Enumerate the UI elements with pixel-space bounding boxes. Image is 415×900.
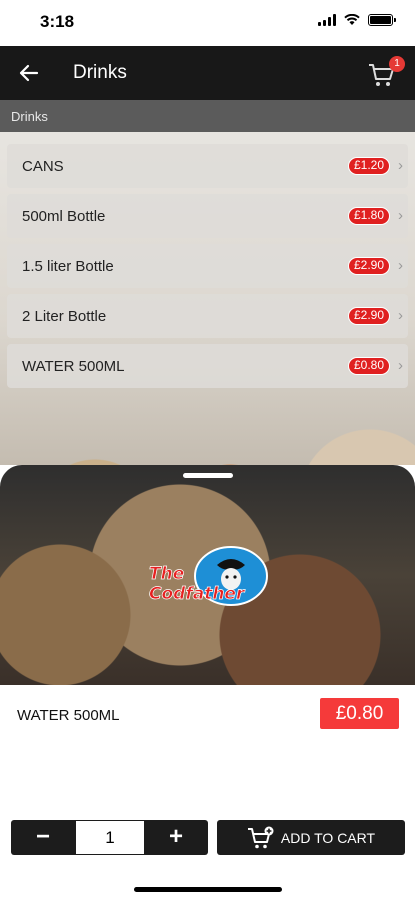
menu-list: CANS £1.20 › 500ml Bottle £1.80 › 1.5 li… <box>0 132 415 388</box>
menu-content: Drinks CANS £1.20 › 500ml Bottle £1.80 ›… <box>0 100 415 465</box>
item-name: 1.5 liter Bottle <box>22 258 114 275</box>
chevron-right-icon: › <box>398 357 403 374</box>
home-indicator <box>134 887 282 892</box>
product-price: £0.80 <box>320 698 399 729</box>
decrease-quantity-button[interactable]: − <box>11 820 75 855</box>
item-name: CANS <box>22 158 64 175</box>
arrow-left-icon <box>19 64 39 82</box>
item-price: £0.80 <box>347 357 390 375</box>
section-header: Drinks <box>0 100 415 132</box>
cart-badge: 1 <box>389 56 405 72</box>
menu-item-cans[interactable]: CANS £1.20 › <box>7 144 408 188</box>
item-price: £2.90 <box>347 307 390 325</box>
menu-item-2-liter-bottle[interactable]: 2 Liter Bottle £2.90 › <box>7 294 408 338</box>
increase-quantity-button[interactable]: + <box>144 820 208 855</box>
app-bar: Drinks 1 <box>0 46 415 100</box>
chevron-right-icon: › <box>398 157 403 174</box>
chevron-right-icon: › <box>398 207 403 224</box>
quantity-value[interactable]: 1 <box>76 821 144 854</box>
product-image: The Codfather <box>0 465 415 685</box>
back-button[interactable] <box>14 58 44 88</box>
codfather-logo: The Codfather <box>149 546 268 606</box>
menu-item-1-5-liter-bottle[interactable]: 1.5 liter Bottle £2.90 › <box>7 244 408 288</box>
status-bar: 3:18 <box>0 0 415 46</box>
item-name: 500ml Bottle <box>22 208 106 225</box>
item-price: £1.80 <box>347 207 390 225</box>
item-price: £1.20 <box>347 157 390 175</box>
wifi-icon <box>344 14 360 25</box>
battery-icon <box>368 14 396 26</box>
svg-text:Codfather: Codfather <box>149 584 246 604</box>
item-name: WATER 500ML <box>22 358 125 375</box>
add-to-cart-button[interactable]: ADD TO CART <box>217 820 405 855</box>
chevron-right-icon: › <box>398 307 403 324</box>
quantity-stepper: − 1 + <box>11 820 208 855</box>
cart-plus-icon <box>247 826 274 848</box>
cart-button[interactable]: 1 <box>367 56 405 90</box>
menu-item-water-500ml[interactable]: WATER 500ML £0.80 › <box>7 344 408 388</box>
sheet-drag-handle[interactable] <box>183 473 233 478</box>
item-name: 2 Liter Bottle <box>22 308 107 325</box>
svg-text:The: The <box>149 564 184 584</box>
signal-icon <box>318 14 336 26</box>
menu-item-500ml-bottle[interactable]: 500ml Bottle £1.80 › <box>7 194 408 238</box>
page-title: Drinks <box>73 62 127 83</box>
product-name: WATER 500ML <box>17 707 120 724</box>
status-icons <box>318 14 396 26</box>
status-time: 3:18 <box>40 12 75 31</box>
add-to-cart-label: ADD TO CART <box>280 829 376 846</box>
item-price: £2.90 <box>347 257 390 275</box>
chevron-right-icon: › <box>398 257 403 274</box>
